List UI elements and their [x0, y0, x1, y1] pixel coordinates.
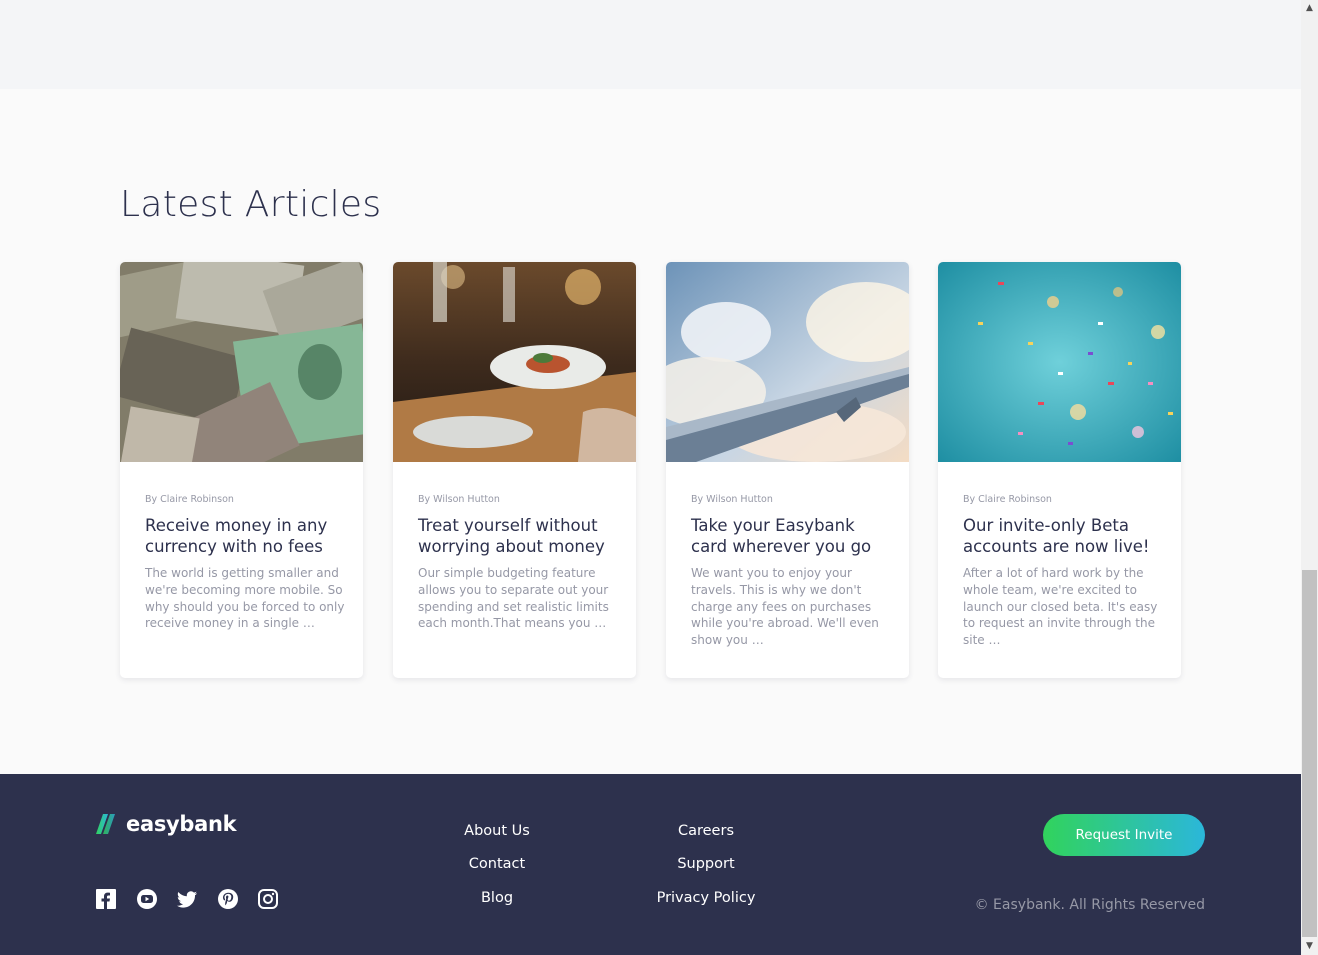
- article-excerpt: After a lot of hard work by the whole te…: [963, 566, 1158, 648]
- youtube-icon[interactable]: [136, 889, 157, 909]
- article-image-confetti: [938, 262, 1181, 462]
- social-links: [96, 889, 299, 909]
- article-image-plane: [666, 262, 909, 462]
- footer-link-contact[interactable]: Contact: [427, 856, 567, 872]
- footer-link-support[interactable]: Support: [636, 856, 776, 872]
- logo-text: easybank: [126, 812, 237, 836]
- footer: easybank About Us Contact Blog Careers S…: [0, 774, 1301, 955]
- pinterest-icon[interactable]: [217, 889, 238, 909]
- easybank-logo-icon: [96, 814, 115, 834]
- section-title: Latest Articles: [120, 184, 382, 225]
- instagram-icon[interactable]: [258, 889, 278, 909]
- scroll-down-arrow-icon[interactable]: ▼: [1301, 938, 1318, 955]
- article-author: By Claire Robinson: [963, 494, 1052, 505]
- page: Latest Articles By Claire Robinson Recei…: [0, 0, 1301, 955]
- scrollbar-thumb[interactable]: [1302, 570, 1317, 937]
- article-author: By Wilson Hutton: [418, 494, 500, 505]
- article-title[interactable]: Treat yourself without worrying about mo…: [418, 515, 623, 557]
- article-title[interactable]: Our invite-only Beta accounts are now li…: [963, 515, 1168, 557]
- article-excerpt: Our simple budgeting feature allows you …: [418, 566, 609, 631]
- twitter-icon[interactable]: [177, 889, 197, 909]
- footer-link-blog[interactable]: Blog: [427, 890, 567, 906]
- request-invite-button[interactable]: Request Invite: [1043, 814, 1205, 856]
- article-excerpt: We want you to enjoy your travels. This …: [691, 566, 879, 648]
- article-image-restaurant: [393, 262, 636, 462]
- article-image-currency: [120, 262, 363, 462]
- article-title[interactable]: Take your Easybank card wherever you go: [691, 515, 896, 557]
- copyright-text: © Easybank. All Rights Reserved: [974, 897, 1205, 913]
- top-section-band: [0, 0, 1301, 89]
- article-card-confetti[interactable]: By Claire Robinson Our invite-only Beta …: [938, 262, 1181, 678]
- scroll-up-arrow-icon[interactable]: ▲: [1301, 0, 1318, 17]
- article-card-restaurant[interactable]: By Wilson Hutton Treat yourself without …: [393, 262, 636, 678]
- easybank-logo[interactable]: easybank: [96, 812, 237, 836]
- footer-link-careers[interactable]: Careers: [636, 823, 776, 839]
- footer-link-about-us[interactable]: About Us: [427, 823, 567, 839]
- latest-articles-section: Latest Articles By Claire Robinson Recei…: [0, 89, 1301, 774]
- article-excerpt: The world is getting smaller and we're b…: [145, 566, 345, 631]
- vertical-scrollbar[interactable]: ▲ ▼: [1301, 0, 1318, 955]
- facebook-icon[interactable]: [96, 889, 116, 909]
- article-card-plane[interactable]: By Wilson Hutton Take your Easybank card…: [666, 262, 909, 678]
- article-card-currency[interactable]: By Claire Robinson Receive money in any …: [120, 262, 363, 678]
- article-author: By Wilson Hutton: [691, 494, 773, 505]
- article-author: By Claire Robinson: [145, 494, 234, 505]
- article-title[interactable]: Receive money in any currency with no fe…: [145, 515, 350, 557]
- footer-link-privacy-policy[interactable]: Privacy Policy: [636, 890, 776, 906]
